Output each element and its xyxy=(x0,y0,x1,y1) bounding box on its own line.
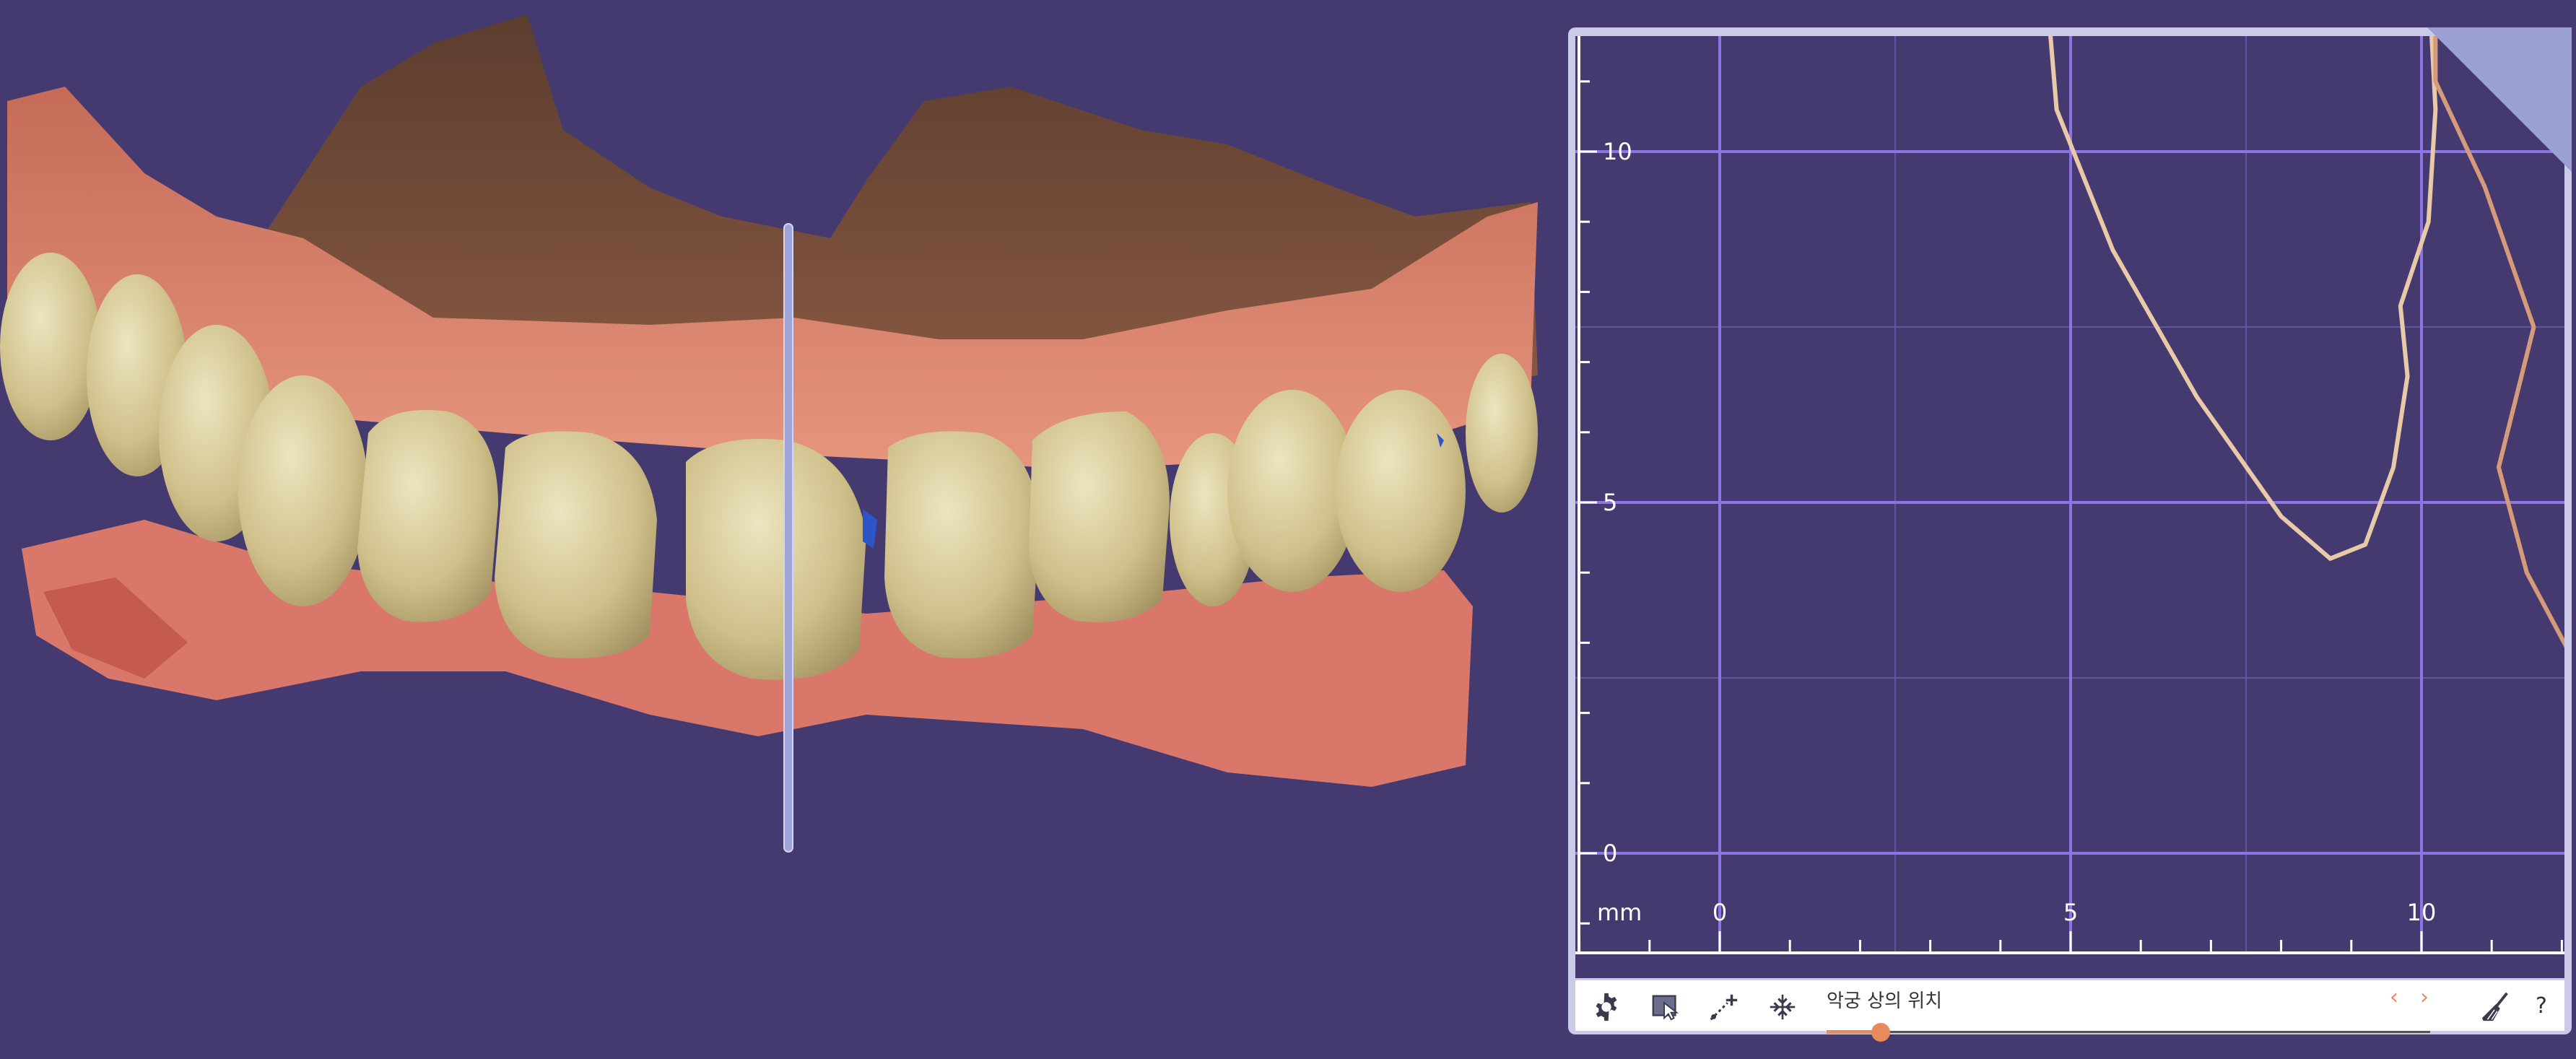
screenshot-cursor-icon xyxy=(1652,995,1679,1021)
y-tick-label: 5 xyxy=(1603,489,1617,516)
dental-scan-render xyxy=(0,14,1538,853)
x-tick-label: 0 xyxy=(1713,899,1727,926)
next-arrow[interactable]: › xyxy=(2420,985,2429,1010)
tooth xyxy=(686,439,866,680)
arch-position-slider[interactable] xyxy=(1827,1031,2430,1033)
contact-marker xyxy=(863,509,877,549)
tooth xyxy=(1336,390,1466,592)
tooth xyxy=(357,410,498,622)
plot-toolbar: 악궁 상의 위치 ‹ › ? xyxy=(1575,980,2564,1042)
help-button[interactable]: ? xyxy=(2536,993,2547,1019)
tooth xyxy=(495,431,657,658)
slider-thumb[interactable] xyxy=(1871,1023,1891,1042)
motion-trace-panel: 0510152005101520mm xyxy=(1568,27,2572,1042)
motion-plot[interactable]: 0510152005101520mm xyxy=(1575,36,2564,978)
screenshot-button[interactable] xyxy=(1648,989,1684,1025)
point-add-button[interactable] xyxy=(1705,989,1741,1025)
previous-arrow[interactable]: ‹ xyxy=(2390,985,2398,1010)
broom-icon xyxy=(2481,992,2508,1021)
center-reset-button[interactable] xyxy=(1765,989,1801,1025)
clear-button[interactable] xyxy=(2478,989,2514,1025)
section-plane-handle[interactable] xyxy=(783,223,793,853)
gear-icon xyxy=(1596,993,1617,1021)
tooth xyxy=(1466,354,1538,513)
tooth xyxy=(0,253,101,440)
tooth xyxy=(1029,411,1170,622)
panel-corner-fold[interactable] xyxy=(2427,27,2572,172)
x-tick-label: 5 xyxy=(2063,899,2078,926)
tooth xyxy=(238,375,368,606)
crosshair-arrows-icon xyxy=(1770,994,1796,1020)
y-tick-label: 10 xyxy=(1603,138,1632,165)
3d-scan-viewport[interactable] xyxy=(0,0,1545,1059)
x-tick-label: 10 xyxy=(2407,899,2437,926)
point-plus-icon xyxy=(1710,994,1738,1021)
unit-label: mm xyxy=(1597,899,1642,926)
arch-position-label: 악궁 상의 위치 xyxy=(1827,990,1943,1012)
y-tick-label: 0 xyxy=(1603,840,1617,867)
plot-canvas: 0510152005101520mm xyxy=(1575,36,2564,954)
tooth xyxy=(884,431,1040,658)
settings-gear-button[interactable] xyxy=(1588,989,1624,1025)
